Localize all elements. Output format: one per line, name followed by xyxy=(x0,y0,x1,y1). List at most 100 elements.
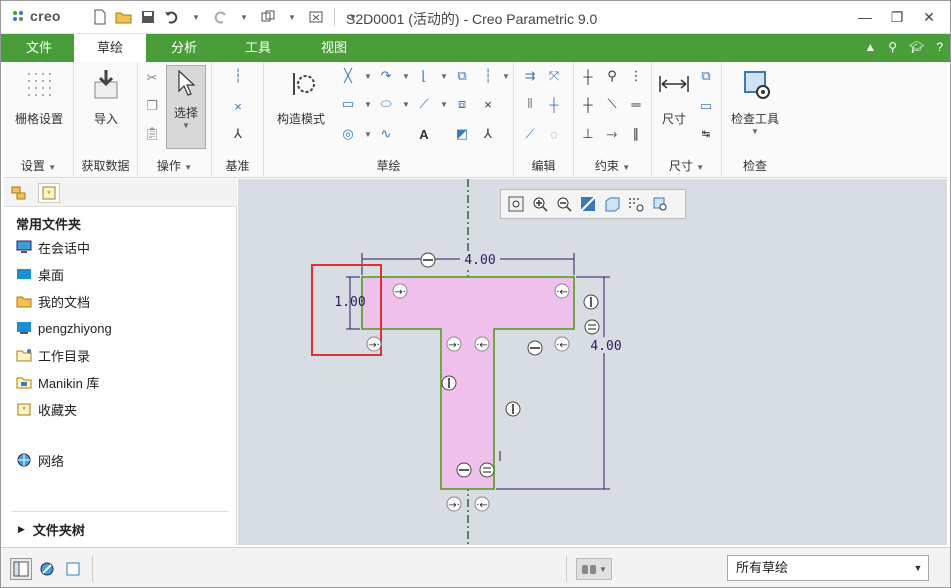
equal-constraint-icon[interactable] xyxy=(479,462,495,478)
circle-dropdown-icon[interactable]: ▼ xyxy=(358,124,378,144)
modify-icon[interactable]: ⇉ xyxy=(520,66,540,86)
folder-item-in-session[interactable]: 在会话中 xyxy=(16,237,90,257)
midpoint-constraint-icon[interactable]: ⟍ xyxy=(602,94,622,114)
tab-sketch[interactable]: 草绘 xyxy=(74,34,146,62)
import-button[interactable]: 导入 xyxy=(78,66,134,127)
folder-item-pengzhiyong[interactable]: pengzhiyong xyxy=(16,318,112,338)
line-icon[interactable]: ╳ xyxy=(338,66,358,86)
new-file-icon[interactable] xyxy=(90,7,110,27)
reference-dimension-icon[interactable]: ↹ xyxy=(696,124,716,144)
symmetric-constraint-icon[interactable]: ·← xyxy=(554,336,570,352)
fillet-icon[interactable]: ⌊ xyxy=(414,66,434,86)
group-dimension-label[interactable]: 尺寸 ▼ xyxy=(652,157,721,174)
close-window-icon[interactable] xyxy=(306,7,326,27)
tangent-constraint-icon[interactable]: ⚲ xyxy=(602,66,622,86)
rotate-resize-icon[interactable]: ◌ xyxy=(544,124,564,144)
symmetric-constraint-icon[interactable]: ·← xyxy=(474,496,490,512)
folder-item-working-directory[interactable]: 工作目录 xyxy=(16,345,90,365)
centerline-icon[interactable]: ┆ xyxy=(228,66,248,86)
chamfer-dropdown-icon[interactable]: ▼ xyxy=(434,94,454,114)
symmetric-constraint-icon[interactable]: ⋮ xyxy=(626,66,646,86)
offset-icon[interactable]: ⧉ xyxy=(452,66,472,86)
construction-mode-button[interactable]: 构造模式 xyxy=(268,66,334,127)
ellipse-icon[interactable]: ⬭ xyxy=(376,94,396,114)
parallel-constraint-icon[interactable]: ∥ xyxy=(626,124,646,144)
graphics-window[interactable]: 4.00 4.00 1.00 →· ·← →· ·← ·← →· →· ·← xyxy=(238,179,947,545)
equal-constraint-icon[interactable]: ═ xyxy=(626,94,646,114)
tab-file[interactable]: 文件 xyxy=(4,34,74,62)
horizontal-constraint-icon[interactable]: ┼ xyxy=(578,94,598,114)
vertical-constraint-icon[interactable] xyxy=(583,294,599,310)
flange-thickness-value[interactable]: 1.00 xyxy=(334,295,365,310)
close-button[interactable]: ✕ xyxy=(913,4,945,30)
coordinate-icon[interactable]: ⅄ xyxy=(478,124,498,144)
folder-item-network[interactable]: 网络 xyxy=(16,450,64,470)
datum-point-icon[interactable]: × xyxy=(228,96,248,116)
folder-item-favorites[interactable]: * 收藏夹 xyxy=(16,399,77,419)
vertical-constraint-icon[interactable] xyxy=(505,401,521,417)
horizontal-constraint-icon[interactable] xyxy=(420,252,436,268)
symmetric-constraint-icon[interactable]: →· xyxy=(446,336,462,352)
point-icon[interactable]: × xyxy=(478,94,498,114)
arc-icon[interactable]: ↷ xyxy=(376,66,396,86)
top-width-value[interactable]: 4.00 xyxy=(464,253,495,268)
paste-icon[interactable]: 📋︎ xyxy=(142,124,162,144)
text-icon[interactable]: A xyxy=(414,124,434,144)
inspect-tools-button[interactable]: 检查工具 ▼ xyxy=(724,66,786,136)
group-constrain-label[interactable]: 约束 ▼ xyxy=(574,157,651,174)
regenerate-icon[interactable] xyxy=(258,7,278,27)
folder-item-desktop[interactable]: 桌面 xyxy=(16,264,64,284)
symmetric-constraint-icon[interactable]: →· xyxy=(446,496,462,512)
collapse-ribbon-icon[interactable]: ▲ xyxy=(864,40,876,54)
tab-tools[interactable]: 工具 xyxy=(222,34,294,62)
help-icon[interactable]: ? xyxy=(936,40,943,54)
tab-analysis[interactable]: 分析 xyxy=(148,34,220,62)
rectangle-dropdown-icon[interactable]: ▼ xyxy=(358,94,378,114)
divide-icon[interactable]: ⟋ xyxy=(520,124,540,144)
search-icon[interactable]: ⚲ xyxy=(888,40,897,54)
model-tree-tab-icon[interactable] xyxy=(8,183,30,203)
undo-icon[interactable] xyxy=(162,7,182,27)
perimeter-icon[interactable]: ⧉ xyxy=(696,66,716,86)
redo-icon[interactable] xyxy=(210,7,230,27)
full-screen-icon[interactable] xyxy=(62,558,84,580)
corner-icon[interactable]: ┼ xyxy=(544,94,564,114)
rectangle-icon[interactable]: ▭ xyxy=(338,94,358,114)
symmetric-constraint-icon[interactable]: ·← xyxy=(474,336,490,352)
regenerate-dropdown-icon[interactable]: ▼ xyxy=(282,7,302,27)
group-setup-label[interactable]: 设置 ▼ xyxy=(4,157,73,174)
arc-dropdown-icon[interactable]: ▼ xyxy=(396,66,416,86)
centerline-tool-icon[interactable]: ┆ xyxy=(478,66,498,86)
show-browser-icon[interactable] xyxy=(36,558,58,580)
symmetric-constraint-icon[interactable]: ·← xyxy=(554,283,570,299)
copy-icon[interactable]: ❐ xyxy=(142,96,162,116)
maximize-button[interactable]: ❐ xyxy=(881,4,913,30)
minimize-button[interactable]: — xyxy=(849,4,881,30)
group-operations-label[interactable]: 操作 ▼ xyxy=(138,157,211,174)
grid-settings-button[interactable]: 栅格设置 xyxy=(8,66,70,127)
redo-dropdown-icon[interactable]: ▼ xyxy=(234,7,254,27)
horizontal-constraint-icon[interactable] xyxy=(456,462,472,478)
folder-item-my-documents[interactable]: 我的文档 xyxy=(16,291,90,311)
find-icon[interactable]: ▼ xyxy=(576,558,612,580)
line-dropdown-icon[interactable]: ▼ xyxy=(358,66,378,86)
coincident-constraint-icon[interactable]: ⤑ xyxy=(602,124,622,144)
show-navigator-icon[interactable] xyxy=(10,558,32,580)
favorites-tab-icon[interactable]: * xyxy=(38,183,60,203)
graduation-cap-icon[interactable]: 🎓︎ xyxy=(909,40,924,54)
t-section-profile[interactable] xyxy=(361,276,575,490)
chamfer-icon[interactable]: ⟋ xyxy=(414,94,434,114)
flange-thickness-dimension[interactable]: 1.00 xyxy=(334,276,366,330)
equal-constraint-icon[interactable] xyxy=(584,319,600,335)
save-icon[interactable] xyxy=(138,7,158,27)
vertical-constraint-icon[interactable]: ┼ xyxy=(578,66,598,86)
tab-view[interactable]: 视图 xyxy=(298,34,370,62)
right-height-value[interactable]: 4.00 xyxy=(590,339,621,354)
ellipse-dropdown-icon[interactable]: ▼ xyxy=(396,94,416,114)
dimension-button[interactable]: 尺寸 xyxy=(654,66,694,127)
folder-tree-toggle[interactable]: ▶ 文件夹树 xyxy=(18,520,85,539)
undo-dropdown-icon[interactable]: ▼ xyxy=(186,7,206,27)
mirror-icon[interactable]: ⫴ xyxy=(520,94,540,114)
circle-icon[interactable]: ◎ xyxy=(338,124,358,144)
cut-icon[interactable]: ✂ xyxy=(142,68,162,88)
